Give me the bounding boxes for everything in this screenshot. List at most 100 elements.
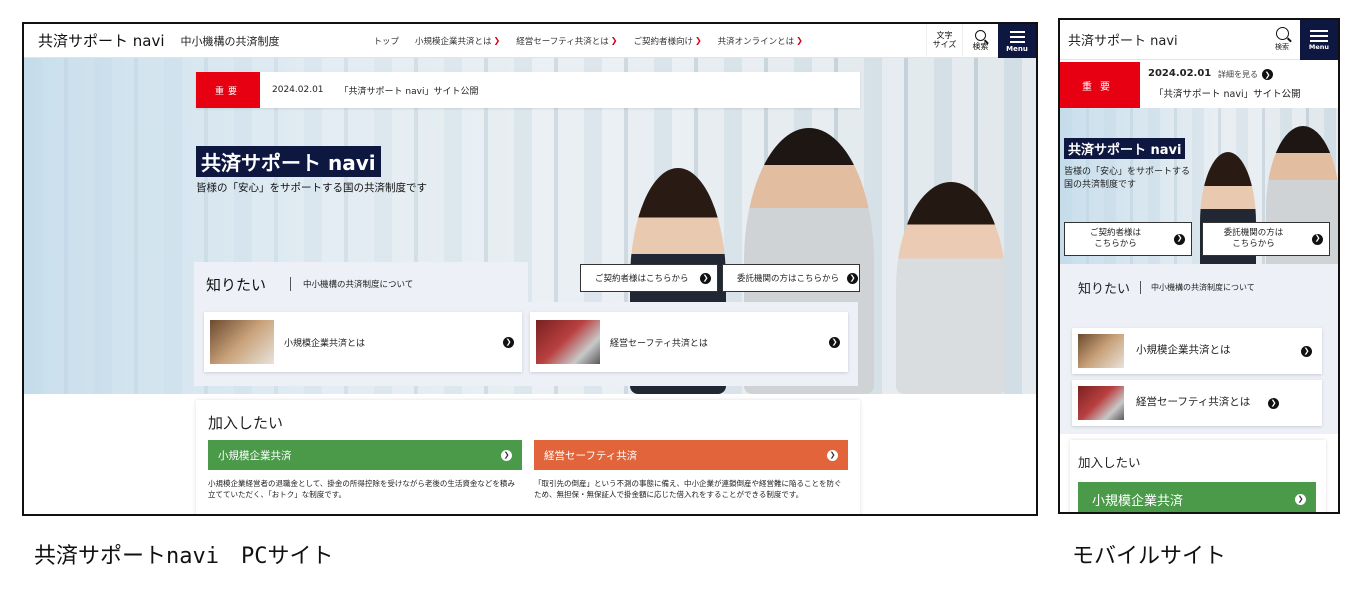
hero-person-woman-2 [896, 182, 1006, 394]
contractor-cta-button[interactable]: ご契約者様はこちらから ❯ [1064, 222, 1192, 256]
join-safety-button[interactable]: 経営セーフティ共済 ❯ [534, 440, 848, 470]
join-description: 小規模企業経営者の退職金として、掛金の所得控除を受けながら老後の生活資金などを積… [208, 479, 515, 500]
arrow-circle-icon: ❯ [1295, 493, 1306, 505]
menu-button[interactable]: Menu [998, 24, 1036, 58]
font-size-label-2: サイズ [932, 40, 957, 49]
search-label: 検索 [972, 42, 989, 52]
news-more-link[interactable]: 詳細を見る ❯ [1218, 69, 1273, 80]
know-header: 知りたい 中小機構の共済制度について [1078, 278, 1255, 297]
important-badge: 重要 [196, 72, 260, 108]
divider [290, 277, 292, 291]
hamburger-menu-icon [1009, 41, 1025, 43]
know-section: 知りたい 中小機構の共済制度について 小規模企業共済とは ❯ 経営セーフティ共済… [1060, 264, 1338, 434]
mobile-caption: モバイルサイト [1072, 544, 1227, 569]
nav-item-online[interactable]: 共済オンラインとは ❯ [718, 35, 803, 47]
contractor-cta-button[interactable]: ご契約者様はこちらから ❯ [580, 264, 718, 292]
arrow-circle-icon: ❯ [1262, 69, 1273, 80]
know-cards: 小規模企業共済とは ❯ 経営セーフティ共済とは ❯ [194, 302, 858, 386]
agency-cta-button[interactable]: 委託機関の方はこちらから ❯ [1202, 222, 1330, 256]
news-text[interactable]: 「共済サポート navi」サイト公開 [1154, 86, 1301, 100]
site-sublogo: 中小機構の共済制度 [180, 34, 280, 48]
more-label: 詳細を見る [1218, 70, 1258, 79]
arrow-circle-icon: ❯ [1268, 397, 1279, 409]
news-text[interactable]: 「共済サポート navi」サイト公開 [340, 84, 479, 97]
site-logo[interactable]: 共済サポート navi [38, 30, 165, 51]
nav-label: 経営セーフティ共済とは [516, 36, 609, 47]
cta-label-line2: こちらから [1232, 239, 1275, 249]
search-button[interactable]: 検索 [962, 24, 998, 58]
arrow-circle-icon: ❯ [700, 272, 711, 284]
chevron-down-icon: ❯ [694, 36, 702, 45]
hamburger-menu-icon [1310, 34, 1328, 37]
join-small-business-button[interactable]: 小規模企業共済 ❯ [208, 440, 522, 470]
arrow-circle-icon: ❯ [827, 449, 838, 461]
nav-item-small-business[interactable]: 小規模企業共済とは ❯ [415, 35, 500, 47]
join-label: 小規模企業共済 [218, 449, 292, 462]
coins-thumbnail [1078, 334, 1124, 368]
search-label: 検索 [1275, 43, 1289, 51]
chevron-down-icon: ❯ [493, 36, 501, 45]
chevron-down-icon: ❯ [796, 36, 803, 45]
know-card-small-business[interactable]: 小規模企業共済とは ❯ [204, 312, 522, 372]
card-label: 経営セーフティ共済とは [1136, 396, 1251, 409]
cta-label: 委託機関の方はこちらから [737, 274, 840, 284]
hamburger-menu-icon [1009, 36, 1025, 38]
menu-label: Menu [1308, 43, 1330, 51]
search-icon [975, 30, 986, 42]
arrow-circle-icon: ❯ [1312, 233, 1323, 245]
card-label: 小規模企業共済とは [1136, 344, 1231, 357]
know-card-safety[interactable]: 経営セーフティ共済とは ❯ [530, 312, 848, 372]
cta-label-line1: ご契約者様は [1089, 227, 1141, 238]
join-section: 加入したい 小規模企業共済 ❯ [1070, 440, 1326, 512]
arrow-circle-icon: ❯ [1174, 233, 1185, 245]
nav-item-contractors[interactable]: ご契約者様向け ❯ [633, 35, 701, 47]
nav-item-safety[interactable]: 経営セーフティ共済とは ❯ [516, 35, 617, 47]
menu-button[interactable]: Menu [1300, 20, 1338, 60]
card-label: 小規模企業共済とは [284, 338, 366, 349]
arrow-circle-icon: ❯ [501, 449, 512, 461]
arrow-circle-icon: ❯ [829, 336, 840, 348]
nav-label: トップ [373, 36, 400, 47]
cta-label: ご契約者様はこちらから [1065, 228, 1166, 251]
nav-item-top[interactable]: トップ [374, 35, 400, 47]
nav-label: 共済オンラインとは [717, 36, 795, 47]
news-bar[interactable]: 重要 2024.02.01 「共済サポート navi」サイト公開 [196, 72, 860, 108]
news-date: 2024.02.01 [272, 85, 324, 95]
blocks-thumbnail [1078, 386, 1124, 420]
global-nav: トップ 小規模企業共済とは ❯ 経営セーフティ共済とは ❯ ご契約者様向け ❯ 共済オ… [374, 35, 803, 47]
cta-label-line2: こちらから [1094, 239, 1137, 249]
hero-lead: 皆様の「安心」をサポートする国の共済制度です [196, 182, 427, 194]
join-description: 「取引先の倒産」という不測の事態に備え、中小企業が連鎖倒産や経営難に陥ることを防… [534, 479, 842, 500]
hero-lead: 皆様の「安心」をサポートする国の共済制度です [1064, 167, 1191, 191]
know-subtitle: 中小機構の共済制度について [303, 280, 414, 290]
hero-title: 共済サポート navi [1064, 138, 1186, 159]
know-title: 知りたい [206, 275, 267, 294]
agency-cta-button[interactable]: 委託機関の方はこちらから ❯ [722, 264, 860, 292]
news-date: 2024.02.01 [1148, 68, 1212, 79]
join-label: 小規模企業共済 [1092, 493, 1184, 509]
header-tools: 文字 サイズ 検索 Menu [926, 24, 1036, 58]
search-icon [1275, 27, 1289, 40]
card-label: 経営セーフティ共済とは [610, 338, 708, 349]
know-title: 知りたい [1078, 282, 1131, 297]
menu-label: Menu [1006, 44, 1028, 53]
know-card-small-business[interactable]: 小規模企業共済とは ❯ [1072, 328, 1322, 374]
hero-title: 共済サポート navi [196, 146, 381, 177]
pc-caption: 共済サポートnavi PCサイト [34, 544, 334, 569]
arrow-circle-icon: ❯ [1301, 345, 1312, 357]
chevron-down-icon: ❯ [610, 36, 618, 45]
news-bar[interactable]: 重要 2024.02.01 詳細を見る ❯ 「共済サポート navi」サイト公開 [1060, 62, 1338, 108]
join-small-business-button[interactable]: 小規模企業共済 ❯ [1078, 482, 1316, 512]
search-button[interactable]: 検索 [1264, 20, 1300, 60]
know-header: 知りたい 中小機構の共済制度について [194, 262, 528, 306]
font-size-button[interactable]: 文字 サイズ [926, 24, 962, 58]
know-card-safety[interactable]: 経営セーフティ共済とは ❯ [1072, 380, 1322, 426]
nav-label: 小規模企業共済とは [415, 36, 492, 47]
join-section: 加入したい 小規模企業共済 ❯ 小規模企業経営者の退職金として、掛金の所得控除を… [196, 400, 860, 514]
cta-label: 委託機関の方はこちらから [1203, 228, 1304, 251]
hamburger-menu-icon [1310, 39, 1328, 42]
hamburger-menu-icon [1310, 29, 1328, 32]
mobile-site-screenshot: 共済サポート navi 検索 Menu 重要 2024.02.01 詳細を見る ❯… [1058, 18, 1340, 514]
site-logo[interactable]: 共済サポート navi [1068, 30, 1264, 49]
join-title: 加入したい [1078, 455, 1141, 470]
